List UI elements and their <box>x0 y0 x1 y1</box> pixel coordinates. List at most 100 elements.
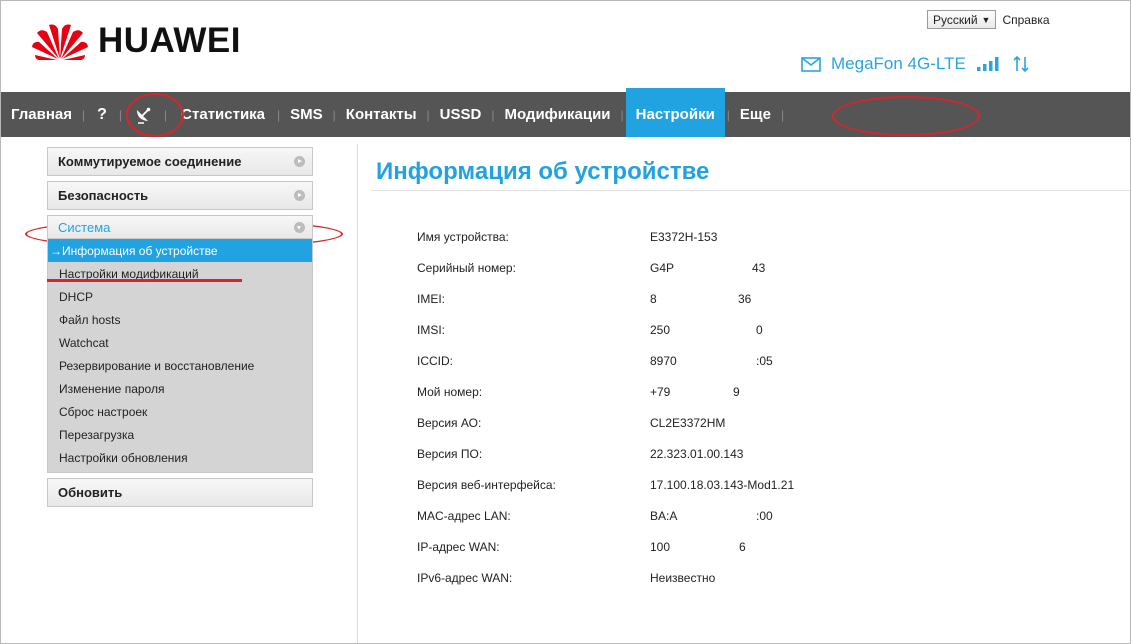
info-row: IMSI: 250 0 <box>417 319 1017 350</box>
info-label: IMEI: <box>417 292 446 306</box>
nav-modifications[interactable]: Модификации <box>496 92 618 137</box>
sidebar-item-change-password[interactable]: Изменение пароля <box>48 377 312 400</box>
header: HUAWEI Русский ▼ Справка MegaFon 4G-LTE <box>1 1 1130 89</box>
info-label: Имя устройства: <box>417 230 509 244</box>
info-value-tail: 9 <box>733 385 740 399</box>
expand-arrow-icon <box>294 156 305 167</box>
data-transfer-arrows-icon <box>1013 55 1029 73</box>
huawei-petals-icon <box>32 24 88 60</box>
sidebar-group-label: Коммутируемое соединение <box>58 154 242 169</box>
info-row: Серийный номер: G4P 43 <box>417 257 1017 288</box>
divider <box>357 144 358 643</box>
nav-separator: | <box>332 107 336 122</box>
sidebar-group-security[interactable]: Безопасность <box>47 181 313 210</box>
info-label: IMSI: <box>417 323 446 337</box>
nav-help[interactable]: ? <box>87 92 117 137</box>
info-label: Версия веб-интерфейса: <box>417 478 556 492</box>
title-divider <box>371 190 1130 191</box>
nav-separator: | <box>726 107 730 122</box>
page-title: Информация об устройстве <box>376 158 710 185</box>
sidebar-group-system[interactable]: Система <box>47 215 313 239</box>
nav-separator: | <box>82 107 86 122</box>
huawei-logo: HUAWEI <box>31 21 241 61</box>
help-link[interactable]: Справка <box>1002 13 1049 27</box>
logo-text: HUAWEI <box>98 21 241 60</box>
collapse-arrow-icon <box>294 221 305 233</box>
router-web-page: HUAWEI Русский ▼ Справка MegaFon 4G-LTE <box>0 0 1131 644</box>
nav-satellite[interactable] <box>124 92 162 137</box>
nav-separator: | <box>426 107 430 122</box>
nav-more[interactable]: Еще <box>732 92 779 137</box>
expand-arrow-icon <box>294 190 305 201</box>
sidebar-refresh-button[interactable]: Обновить <box>47 478 313 507</box>
info-value: 17.100.18.03.143-Mod1.21 <box>650 478 795 492</box>
info-row: MAC-адрес LAN: BA:A:00 <box>417 505 1017 536</box>
top-links: Русский ▼ Справка <box>927 10 1050 29</box>
info-value: 250 <box>650 323 671 337</box>
sidebar-item-factory-reset[interactable]: Сброс настроек <box>48 400 312 423</box>
sidebar-item-watchcat[interactable]: Watchcat <box>48 331 312 354</box>
operator-status: MegaFon 4G-LTE <box>801 54 1030 74</box>
nav-statistics[interactable]: Статистика <box>169 92 275 137</box>
info-value: CL2E3372HM <box>650 416 726 430</box>
nav-contacts[interactable]: Контакты <box>338 92 425 137</box>
language-value: Русский <box>933 12 978 27</box>
info-row: Версия ПО: 22.323.01.00.143 <box>417 443 1017 474</box>
info-label: Версия АО: <box>417 416 482 430</box>
sidebar: Коммутируемое соединение Безопасность Си… <box>47 147 313 507</box>
info-row: IMEI: 8 36 <box>417 288 1017 319</box>
info-label: MAC-адрес LAN: <box>417 509 511 523</box>
info-value: Неизвестно <box>650 571 716 585</box>
info-value: 100 <box>650 540 671 554</box>
info-value: G4P <box>650 261 675 275</box>
sidebar-group-label: Безопасность <box>58 188 149 203</box>
info-label: Мой номер: <box>417 385 483 399</box>
sidebar-item-hosts-file[interactable]: Файл hosts <box>48 308 312 331</box>
nav-settings[interactable]: Настройки <box>625 88 725 137</box>
nav-separator: | <box>277 107 281 122</box>
info-label: IPv6-адрес WAN: <box>417 571 513 585</box>
device-info-table: Имя устройства: E3372H-153 Серийный номер:… <box>417 226 1017 598</box>
nav-separator: | <box>491 107 495 122</box>
nav-separator: | <box>118 107 123 122</box>
info-value: 8 <box>650 292 657 306</box>
info-value: 22.323.01.00.143 <box>650 447 744 461</box>
signal-strength-icon <box>976 57 999 71</box>
info-row: Версия веб-интерфейса: 17.100.18.03.143-M… <box>417 474 1017 505</box>
dropdown-arrow-icon: ▼ <box>981 14 991 25</box>
info-label: Серийный номер: <box>417 261 516 275</box>
nav-separator: | <box>620 107 624 122</box>
info-label: ICCID: <box>417 354 453 368</box>
annotation-underline <box>47 279 242 282</box>
nav-home[interactable]: Главная <box>1 92 80 137</box>
main-nav: Главная | ? | | Статистика | SMS | Конта… <box>1 88 1130 137</box>
nav-separator: | <box>164 107 168 122</box>
envelope-icon[interactable] <box>801 56 821 72</box>
info-value: E3372H-153 <box>650 230 718 244</box>
operator-name: MegaFon 4G-LTE <box>831 54 966 73</box>
info-value: +79 <box>650 385 671 399</box>
info-value-tail: 43 <box>752 261 766 275</box>
info-value: BA:A <box>650 509 678 523</box>
info-row: IP-адрес WAN: 100 6 <box>417 536 1017 567</box>
nav-sms[interactable]: SMS <box>282 92 331 137</box>
sidebar-item-reboot[interactable]: Перезагрузка <box>48 423 312 446</box>
sidebar-item-backup-restore[interactable]: Резервирование и восстановление <box>48 354 312 377</box>
info-row: Имя устройства: E3372H-153 <box>417 226 1017 257</box>
sidebar-item-update-settings[interactable]: Настройки обновления <box>48 446 312 469</box>
system-submenu: →Информация об устройстве Настройки моди… <box>47 239 313 473</box>
sidebar-item-dhcp[interactable]: DHCP <box>48 285 312 308</box>
info-value: 8970 <box>650 354 677 368</box>
nav-ussd[interactable]: USSD <box>432 92 490 137</box>
language-select[interactable]: Русский ▼ <box>927 10 997 29</box>
info-label: Версия ПО: <box>417 447 483 461</box>
nav-separator: | <box>780 107 785 122</box>
info-row: Версия АО: CL2E3372HM <box>417 412 1017 443</box>
info-row: Мой номер: +79 9 <box>417 381 1017 412</box>
satellite-dish-icon <box>137 107 151 124</box>
info-value-tail: 36 <box>738 292 752 306</box>
info-row: ICCID: 8970 :05 <box>417 350 1017 381</box>
info-value-tail: :05 <box>756 354 773 368</box>
sidebar-group-dialup[interactable]: Коммутируемое соединение <box>47 147 313 176</box>
sidebar-item-device-info[interactable]: →Информация об устройстве <box>48 239 312 262</box>
